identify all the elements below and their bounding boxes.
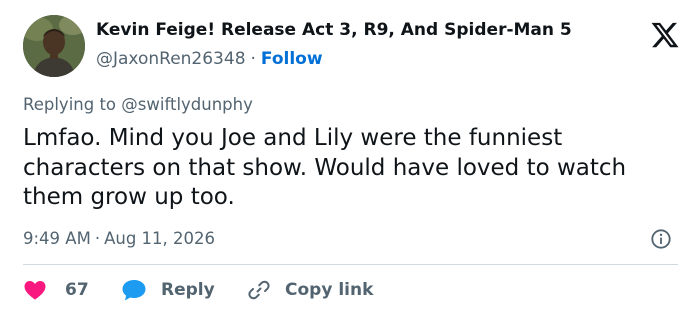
tweet-time: 9:49 AM <box>23 229 91 248</box>
tweet-text: Lmfao. Mind you Joe and Lily were the fu… <box>23 125 627 210</box>
separator-dot: · <box>94 229 101 248</box>
tweet-date: Aug 11, 2026 <box>104 229 216 248</box>
reply-context: Replying to @swiftlydunphy <box>23 95 253 114</box>
separator-dot: · <box>250 49 256 69</box>
reply-button[interactable]: Reply <box>121 276 215 304</box>
author-handle[interactable]: @JaxonRen26348 <box>96 49 246 69</box>
avatar[interactable] <box>23 15 85 77</box>
reply-label: Reply <box>161 280 215 300</box>
replying-to-mention[interactable]: @swiftlydunphy <box>121 95 253 114</box>
like-count: 67 <box>65 280 89 300</box>
author-handle-line: @JaxonRen26348 · Follow <box>96 49 323 69</box>
tweet-timestamp[interactable]: 9:49 AM · Aug 11, 2026 <box>23 229 215 248</box>
copy-link-label: Copy link <box>285 280 374 300</box>
action-bar: 67 Reply Copy link <box>23 276 683 304</box>
like-button[interactable]: 67 <box>23 276 89 304</box>
avatar-image <box>23 15 85 77</box>
divider <box>23 264 678 265</box>
author-display-name[interactable]: Kevin Feige! Release Act 3, R9, And Spid… <box>96 20 572 40</box>
x-logo-icon[interactable] <box>650 20 680 50</box>
follow-button[interactable]: Follow <box>261 49 323 69</box>
heart-icon <box>24 281 46 300</box>
copy-link-button[interactable]: Copy link <box>247 276 373 304</box>
link-icon <box>248 280 270 300</box>
speech-bubble-icon <box>122 280 146 301</box>
replying-to-label: Replying to <box>23 95 117 114</box>
info-icon[interactable] <box>650 228 672 250</box>
